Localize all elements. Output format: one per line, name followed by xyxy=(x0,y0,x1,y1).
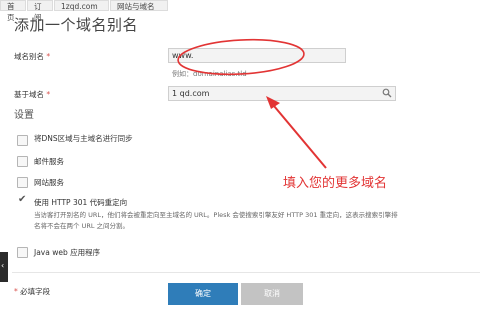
annotation-ellipse xyxy=(177,38,305,76)
annotation-overlay xyxy=(177,38,327,169)
annotation-text: 填入您的更多域名 xyxy=(283,176,388,191)
annotation-arrow-line xyxy=(268,99,327,169)
annotation-arrow-head xyxy=(266,96,280,109)
